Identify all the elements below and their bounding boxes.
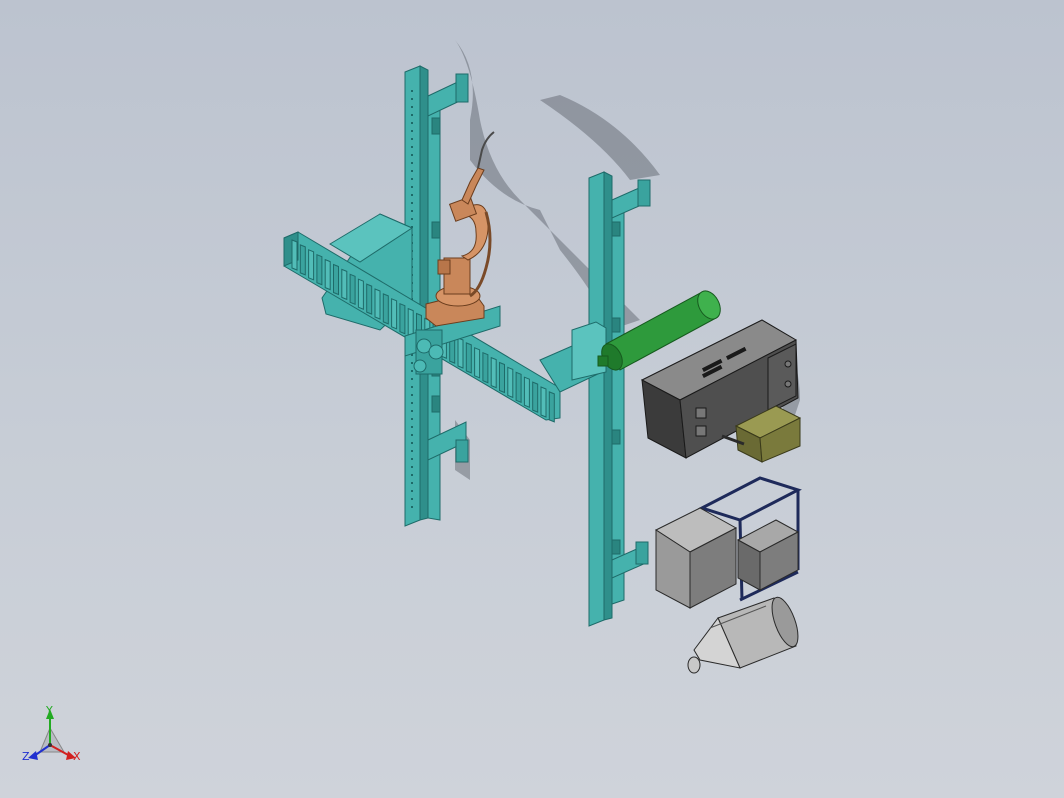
boom-tooth	[457, 337, 464, 369]
boom-tooth	[482, 351, 489, 384]
x-axis-label: X	[73, 750, 81, 763]
boom-tooth	[333, 263, 339, 296]
boom-tooth	[465, 342, 472, 374]
hopper[interactable]	[687, 594, 803, 674]
boom-tooth	[349, 273, 356, 306]
boom-tooth	[291, 239, 298, 271]
boom-tooth	[515, 371, 522, 404]
boom-tooth	[316, 253, 323, 286]
boom-tooth	[532, 381, 539, 413]
boom-tooth	[374, 288, 381, 320]
model-scene[interactable]: Y X Z	[0, 0, 1064, 798]
boom-tooth	[548, 391, 555, 423]
boom-tooth	[490, 356, 497, 389]
boom-tooth	[324, 258, 331, 291]
boom-tooth	[399, 302, 406, 335]
cad-viewport[interactable]: Y X Z	[0, 0, 1064, 798]
boom-tooth	[299, 244, 306, 276]
boom-tooth	[540, 386, 547, 418]
boom-tooth	[308, 249, 315, 281]
boom-tooth	[357, 278, 364, 310]
boom-tooth	[499, 361, 505, 394]
right-column[interactable]	[588, 171, 651, 627]
boom-tooth	[382, 293, 389, 325]
boom-tooth	[474, 347, 481, 379]
boom-tooth	[366, 283, 373, 315]
power-box[interactable]	[654, 507, 800, 609]
boom-tooth	[507, 366, 514, 399]
boom-tooth	[391, 298, 398, 330]
boom-tooth	[523, 376, 530, 408]
boom-tooth	[341, 268, 348, 301]
z-axis-label: Z	[22, 750, 30, 763]
y-axis-label: Y	[45, 704, 53, 717]
coordinate-triad: Y X Z	[22, 704, 81, 763]
